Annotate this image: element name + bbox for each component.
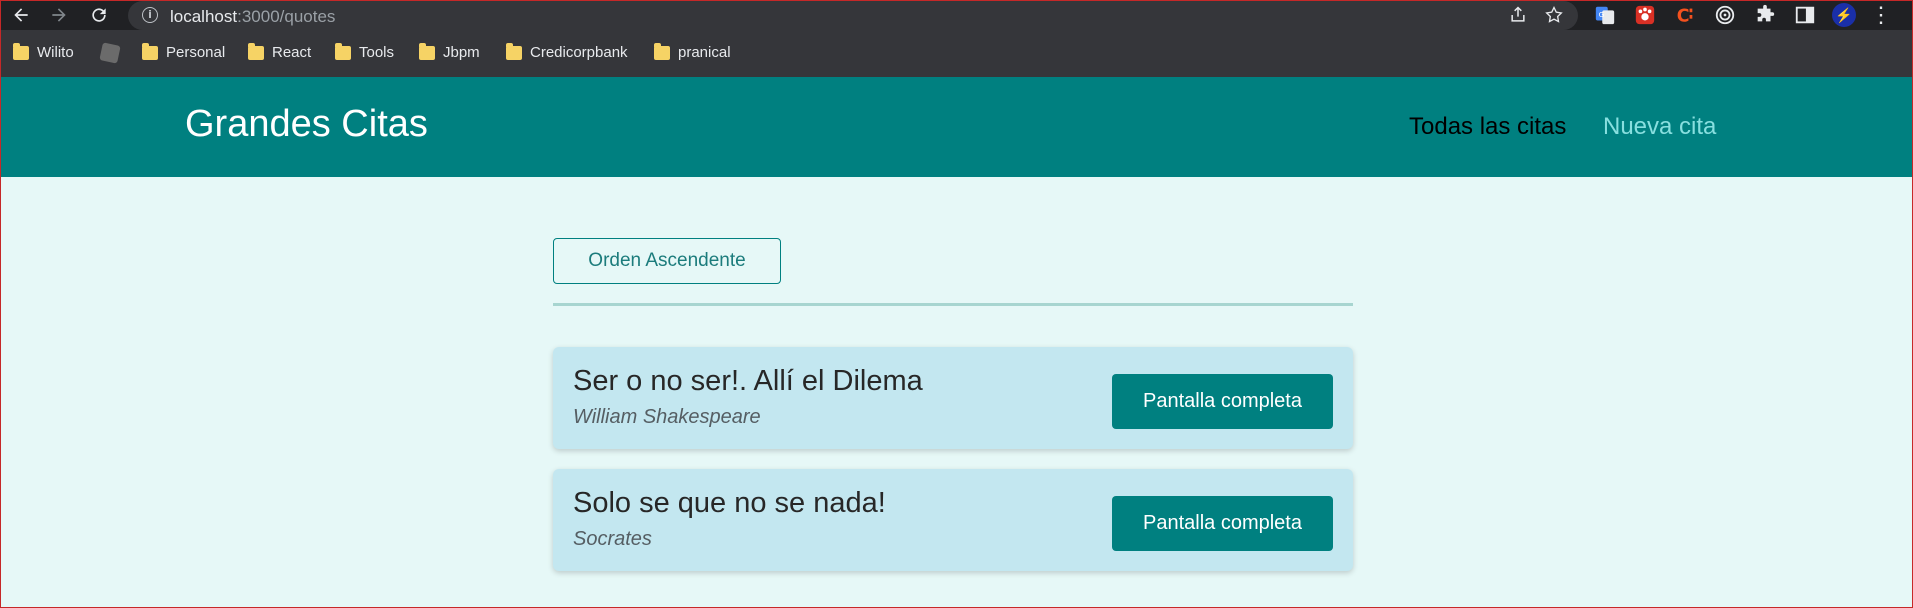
nav-all-quotes[interactable]: Todas las citas [1409,113,1566,141]
url-path: :3000/quotes [237,7,336,26]
bookmark-jbpm[interactable]: Jbpm [419,42,480,61]
quote-card: Ser o no ser!. Allí el Dilema William Sh… [553,347,1353,449]
site-info-icon[interactable]: i [142,7,158,23]
extensions-button[interactable] [1752,3,1778,27]
folder-icon [248,42,264,60]
sort-ascending-button[interactable]: Orden Ascendente [553,238,781,284]
svg-text:C: C [1677,6,1690,26]
translate-extension[interactable]: G [1592,3,1618,27]
bookmark-personal[interactable]: Personal [142,42,226,61]
quote-author: William Shakespeare [573,406,761,428]
extension-red-paw[interactable] [1632,3,1658,27]
bookmark-tools[interactable]: Tools [335,42,395,61]
back-button[interactable] [8,2,34,28]
url-host: localhost [170,7,238,26]
target-icon [1715,5,1735,25]
nav-new-quote[interactable]: Nueva cita [1603,113,1716,141]
side-panel-button[interactable] [1792,3,1818,27]
extension-c[interactable]: C [1672,3,1698,27]
app-title: Grandes Citas [185,103,428,145]
extension-target[interactable] [1712,3,1738,27]
bookmark-label: Personal [166,44,226,61]
star-icon [1545,5,1563,23]
fullscreen-button[interactable]: Pantalla completa [1112,374,1333,429]
folder-icon [13,42,29,60]
bookmark-wilito[interactable]: Wilito [13,42,74,61]
svg-text:G: G [1599,10,1605,19]
reload-button[interactable] [86,2,112,28]
profile-avatar[interactable]: ⚡ [1832,3,1856,27]
folder-icon [654,42,670,60]
folder-icon [335,42,351,60]
divider [553,303,1353,306]
quote-text: Ser o no ser!. Allí el Dilema [573,365,923,397]
generic-bookmark-icon [99,42,121,64]
google-translate-icon: G [1595,6,1615,25]
fullscreen-button[interactable]: Pantalla completa [1112,496,1333,551]
share-button[interactable] [1508,5,1528,30]
browser-toolbar: i localhost:3000/quotes G C ⚡ ⋮ [0,0,1913,30]
arrow-left-icon [14,8,28,22]
bookmark-credicorpbank[interactable]: Credicorpbank [506,42,628,61]
bookmark-label: Tools [359,44,395,61]
arrow-right-icon [52,8,66,22]
bookmarks-bar: Wilito Personal React Tools Jbpm Credico… [0,30,1913,77]
bookmark-generic[interactable] [99,42,121,64]
quote-text: Solo se que no se nada! [573,487,886,519]
bookmark-label: pranical [678,44,731,61]
quote-card: Solo se que no se nada! Socrates Pantall… [553,469,1353,571]
url-text[interactable]: localhost:3000/quotes [170,7,335,27]
quote-author: Socrates [573,528,652,550]
bookmark-label: Jbpm [443,44,480,61]
reload-icon [92,8,106,22]
side-panel-icon [1795,6,1815,24]
bookmark-label: React [272,44,312,61]
puzzle-icon [1757,4,1775,22]
app-header: Grandes Citas Todas las citas Nueva cita [0,77,1913,177]
bookmark-react[interactable]: React [248,42,312,61]
bookmark-star-button[interactable] [1544,5,1564,30]
address-bar[interactable]: i localhost:3000/quotes [128,1,1578,30]
forward-button[interactable] [46,2,72,28]
folder-icon [142,42,158,60]
bookmark-label: Wilito [37,44,74,61]
paw-icon [1635,5,1655,25]
bookmark-label: Credicorpbank [530,44,628,61]
c-logo-icon: C [1677,6,1693,26]
folder-icon [506,42,522,60]
bookmark-pranical[interactable]: pranical [654,42,731,61]
folder-icon [419,42,435,60]
share-icon [1511,6,1525,22]
browser-menu-button[interactable]: ⋮ [1870,4,1892,26]
